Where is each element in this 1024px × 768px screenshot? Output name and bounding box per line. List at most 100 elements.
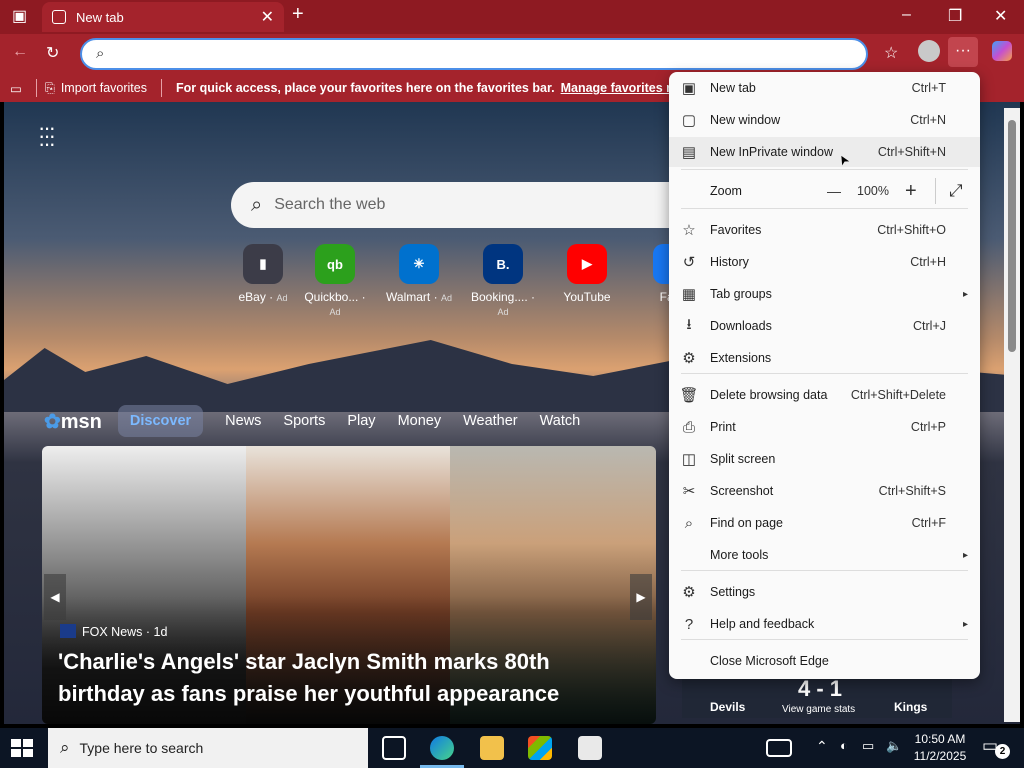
settings-more-icon[interactable]: ··· <box>948 37 978 67</box>
hero-story-card[interactable]: ◀ ▶ FOX News · 1d 'Charlie's Angels' sta… <box>42 446 656 724</box>
menu-item-new-inprivate-window[interactable]: ▤ New InPrivate window Ctrl+Shift+N <box>669 137 980 167</box>
menu-shortcut: Ctrl+F <box>911 516 946 530</box>
notifications-icon[interactable]: ▭ 2 <box>982 736 1010 759</box>
taskbar-search-input[interactable]: ⌕ Type here to search <box>48 728 368 768</box>
msn-feed-nav: ✿msn Discover News Sports Play Money Weather W… <box>44 402 602 440</box>
menu-item-label: Settings <box>710 585 756 599</box>
menu-item-help-and-feedback[interactable]: ? Help and feedback ▸ <box>669 609 980 639</box>
menu-item-favorites[interactable]: ☆ Favorites Ctrl+Shift+O <box>669 215 980 245</box>
web-search-box[interactable]: ⌕ Search the web <box>231 182 711 228</box>
menu-item-label: Help and feedback <box>710 617 815 631</box>
scrollbar-thumb[interactable] <box>1008 120 1016 352</box>
favorites-star-icon[interactable]: ☆ <box>884 43 898 63</box>
system-clock[interactable]: 10:50 AM 11/2/2025 <box>910 731 970 765</box>
quick-link-label: Quickbo... <box>304 290 359 304</box>
edge-taskbar-icon[interactable] <box>430 736 454 760</box>
menu-separator <box>681 639 968 640</box>
quick-link-2[interactable]: ✳ Walmart · Ad <box>382 244 456 304</box>
game-stats-link[interactable]: View game stats <box>782 704 855 715</box>
menu-item-find-on-page[interactable]: ⌕ Find on page Ctrl+F <box>669 508 980 538</box>
menu-item-split-screen[interactable]: ◫ Split screen <box>669 444 980 474</box>
split-screen-icon: ◫ <box>681 451 697 468</box>
menu-item-label: New tab <box>710 81 756 95</box>
profile-avatar-icon[interactable] <box>918 40 940 62</box>
restore-icon[interactable]: ❐ <box>948 6 962 26</box>
menu-item-delete-browsing-data[interactable]: 🗑 Delete browsing data Ctrl+Shift+Delete <box>669 380 980 410</box>
zoom-in-button[interactable]: + <box>905 180 917 203</box>
favbar-divider-2 <box>160 79 162 97</box>
menu-item-print[interactable]: ⎙ Print Ctrl+P <box>669 412 980 442</box>
menu-item-label: New InPrivate window <box>710 145 833 159</box>
close-window-icon[interactable]: ✕ <box>994 6 1007 26</box>
fox-news-icon <box>60 624 76 638</box>
volume-icon[interactable]: 🔈 <box>886 738 902 754</box>
page-scrollbar[interactable] <box>1004 108 1020 722</box>
zoom-out-button[interactable]: — <box>827 183 841 199</box>
tab-actions-icon[interactable]: ▣ <box>12 6 27 26</box>
menu-item-downloads[interactable]: ⭳ Downloads Ctrl+J <box>669 311 980 341</box>
fullscreen-icon[interactable]: ⤢ <box>949 181 963 201</box>
msn-tab-play[interactable]: Play <box>347 413 375 429</box>
windows-start-icon[interactable] <box>10 736 34 760</box>
close-tab-icon[interactable]: ✕ <box>261 7 274 27</box>
import-favorites-button[interactable]: Import favorites <box>61 81 147 95</box>
quick-link-label: eBay <box>238 290 266 304</box>
favorites-bar-toggle-icon[interactable]: ▭ <box>10 81 22 96</box>
msn-tab-news[interactable]: News <box>225 413 261 429</box>
menu-shortcut: Ctrl+P <box>910 420 946 434</box>
menu-shortcut: Ctrl+Shift+S <box>878 484 946 498</box>
menu-item-settings[interactable]: ⚙ Settings <box>669 577 980 607</box>
menu-item-label: History <box>710 255 749 269</box>
msn-tab-weather[interactable]: Weather <box>463 413 518 429</box>
menu-separator <box>681 373 968 374</box>
keyboard-icon[interactable] <box>766 739 792 757</box>
notification-count-badge: 2 <box>995 744 1010 759</box>
mail-icon[interactable] <box>578 736 602 760</box>
story-source-text: FOX News · 1d <box>82 625 168 639</box>
back-icon[interactable]: ← <box>12 43 28 61</box>
menu-shortcut: Ctrl+N <box>910 113 946 127</box>
sports-score-card[interactable]: Devils 4 - 1 View game stats Kings <box>682 674 952 718</box>
tray-meet-icon[interactable]: ◐ <box>840 738 848 753</box>
story-headline[interactable]: 'Charlie's Angels' star Jaclyn Smith mar… <box>58 646 638 710</box>
menu-item-extensions[interactable]: ⚙ Extensions <box>669 343 980 373</box>
new-tab-icon[interactable]: + <box>292 3 304 26</box>
screenshot-icon: ✂ <box>682 483 696 500</box>
msn-tab-money[interactable]: Money <box>398 413 442 429</box>
quick-link-1[interactable]: qb Quickbo... · Ad <box>298 244 372 318</box>
msn-butterfly-icon: ✿ <box>44 410 61 433</box>
tab-new-tab[interactable]: New tab ✕ <box>42 2 284 32</box>
minimize-icon[interactable]: – <box>902 6 911 24</box>
msn-tab-discover[interactable]: Discover <box>117 405 204 437</box>
msn-tab-watch[interactable]: Watch <box>540 413 581 429</box>
msn-logo-text: msn <box>60 410 102 433</box>
address-bar[interactable]: ⌕ <box>80 38 868 70</box>
menu-item-new-tab[interactable]: ▣ New tab Ctrl+T <box>669 73 980 103</box>
menu-shortcut: Ctrl+J <box>913 319 946 333</box>
tray-chevron-icon[interactable]: ⌃ <box>816 738 828 755</box>
network-icon[interactable]: ▭ <box>862 738 874 754</box>
help-icon: ? <box>684 615 694 633</box>
story-source: FOX News · 1d <box>60 624 167 639</box>
menu-item-new-window[interactable]: ▢ New window Ctrl+N <box>669 105 980 135</box>
menu-item-more-tools[interactable]: More tools ▸ <box>669 540 980 570</box>
menu-item-screenshot[interactable]: ✂ Screenshot Ctrl+Shift+S <box>669 476 980 506</box>
menu-item-close-microsoft-edge[interactable]: Close Microsoft Edge <box>669 646 980 676</box>
menu-item-tab-groups[interactable]: ▦ Tab groups ▸ <box>669 279 980 309</box>
refresh-icon[interactable]: ↻ <box>46 43 59 63</box>
zoom-divider <box>935 178 936 204</box>
menu-item-history[interactable]: ↺ History Ctrl+H <box>669 247 980 277</box>
msn-logo[interactable]: ✿msn <box>44 409 102 434</box>
copilot-icon[interactable] <box>992 41 1012 61</box>
microsoft-store-icon[interactable] <box>528 736 552 760</box>
file-explorer-icon[interactable] <box>480 736 504 760</box>
carousel-next-icon[interactable]: ▶ <box>630 574 652 620</box>
msn-tab-sports[interactable]: Sports <box>283 413 325 429</box>
apps-launcher-icon[interactable]: ··· ··· ··· <box>38 117 56 155</box>
carousel-prev-icon[interactable]: ◀ <box>44 574 66 620</box>
task-view-icon[interactable] <box>382 736 406 760</box>
menu-item-label: Tab groups <box>710 287 772 301</box>
quick-link-0[interactable]: ▮ eBay · Ad <box>226 244 300 304</box>
quick-link-3[interactable]: B. Booking.... · Ad <box>466 244 540 318</box>
quick-link-4[interactable]: ▶ YouTube <box>550 244 624 304</box>
